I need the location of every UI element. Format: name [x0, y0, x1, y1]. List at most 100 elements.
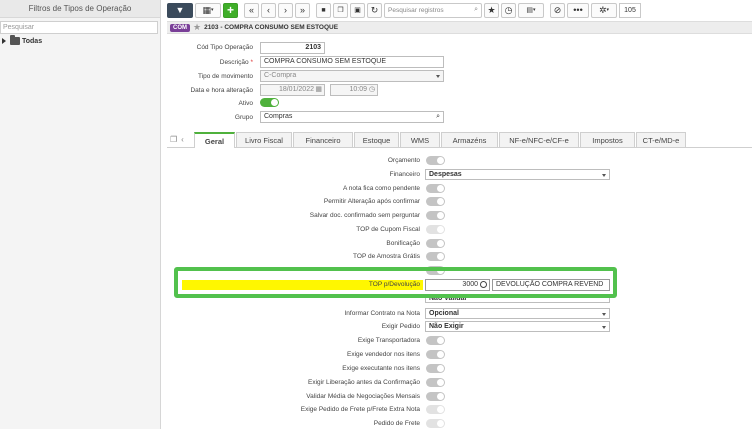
- search-icon[interactable]: ⌕: [436, 112, 440, 122]
- tab-cte[interactable]: CT-e/MD-e: [636, 132, 686, 147]
- prev-record-button[interactable]: ‹: [261, 2, 276, 18]
- record-title: 2103 - COMPRA CONSUMO SEM ESTOQUE: [204, 24, 339, 31]
- attach-button[interactable]: ⊘: [550, 2, 565, 18]
- tree-item-label: Todas: [22, 37, 43, 45]
- grid-view-button[interactable]: ▦ ▾: [195, 2, 221, 18]
- caret-right-icon[interactable]: [2, 38, 6, 44]
- calendar-icon[interactable]: ▦: [315, 85, 322, 95]
- record-search-input[interactable]: Pesquisar registros ⌕: [384, 2, 482, 18]
- date-label: Data e hora alteração: [190, 87, 253, 94]
- trash-icon: ■: [321, 6, 326, 14]
- save-icon: ▣: [354, 7, 361, 14]
- contrato-select[interactable]: Opcional: [425, 308, 610, 319]
- date-field[interactable]: 18/01/2022 ▦: [260, 84, 325, 96]
- vendedor-toggle[interactable]: [426, 350, 445, 359]
- chevron-left-icon[interactable]: ‹: [181, 135, 184, 144]
- row-label: Exigir Liberação antes da Confirmação: [307, 379, 420, 386]
- bonificacao-toggle[interactable]: [426, 239, 445, 248]
- tab-estoque[interactable]: Estoque: [354, 132, 399, 147]
- row-label: Orçamento: [387, 157, 420, 164]
- favorite-button[interactable]: ★: [484, 2, 499, 18]
- highlight-box: [174, 267, 617, 298]
- filter-button[interactable]: ▼: [167, 2, 193, 18]
- delete-button[interactable]: ■: [316, 2, 331, 18]
- cod-field[interactable]: 2103: [260, 42, 325, 54]
- pedido-frete-toggle[interactable]: [426, 419, 445, 428]
- ativo-label: Ativo: [238, 100, 253, 107]
- more-icon: •••: [573, 5, 583, 15]
- tab-wms[interactable]: WMS: [400, 132, 440, 147]
- time-field[interactable]: 10:09 ◷: [330, 84, 378, 96]
- tab-geral[interactable]: Geral: [194, 132, 235, 148]
- more-button[interactable]: •••: [567, 2, 589, 18]
- tab-financeiro[interactable]: Financeiro: [293, 132, 353, 147]
- financeiro-select[interactable]: Despesas: [425, 169, 610, 180]
- row-label: Bonificação: [386, 240, 420, 247]
- filter-search-input[interactable]: Pesquisar: [0, 21, 158, 34]
- row-label: Exige Transportadora: [357, 337, 420, 344]
- record-number[interactable]: 105: [619, 2, 641, 18]
- next-icon: ›: [284, 5, 287, 15]
- module-badge: COM: [170, 23, 190, 32]
- exigir-pedido-select[interactable]: Não Exigir: [425, 321, 610, 332]
- transportadora-toggle[interactable]: [426, 336, 445, 345]
- row-label: TOP de Cupom Fiscal: [356, 226, 420, 233]
- orcamento-toggle[interactable]: [426, 156, 445, 165]
- row-label: Exige executante nos itens: [342, 365, 420, 372]
- refresh-button[interactable]: ↻: [367, 2, 382, 18]
- amostra-gratis-toggle[interactable]: [426, 252, 445, 261]
- save-button[interactable]: ▣: [350, 2, 365, 18]
- tree-item-todas[interactable]: Todas: [2, 35, 43, 45]
- grid-icon: ▦: [202, 4, 211, 15]
- print-button[interactable]: ▤ ▾: [518, 2, 544, 18]
- last-record-button[interactable]: »: [295, 2, 310, 18]
- cupom-fiscal-toggle[interactable]: [426, 225, 445, 234]
- row-label: Exige vendedor nos itens: [347, 351, 420, 358]
- desc-field[interactable]: COMPRA CONSUMO SEM ESTOQUE: [260, 56, 444, 68]
- row-label: Exigir Pedido: [381, 323, 420, 330]
- executante-toggle[interactable]: [426, 364, 445, 373]
- history-button[interactable]: ◷: [501, 2, 516, 18]
- row-label: Validar Média de Negociações Mensais: [306, 393, 420, 400]
- copy-tabs-icon[interactable]: ❐: [170, 135, 177, 144]
- first-record-button[interactable]: «: [244, 2, 259, 18]
- cod-label: Cód Tipo Operação: [196, 44, 253, 51]
- chevron-down-icon: [602, 313, 606, 316]
- pedido-frete-extra-toggle[interactable]: [426, 405, 445, 414]
- next-record-button[interactable]: ›: [278, 2, 293, 18]
- record-search-placeholder: Pesquisar registros: [388, 6, 444, 14]
- print-icon: ▤: [526, 7, 534, 14]
- pendente-toggle[interactable]: [426, 184, 445, 193]
- ativo-toggle[interactable]: [260, 98, 279, 107]
- mov-select[interactable]: C-Compra: [260, 70, 444, 82]
- grupo-field[interactable]: Compras ⌕: [260, 111, 444, 123]
- salvar-confirmado-toggle[interactable]: [426, 211, 445, 220]
- chevron-down-icon: [602, 326, 606, 329]
- settings-button[interactable]: ✲ ▾: [591, 2, 617, 18]
- row-label: Pedido de Frete: [373, 420, 420, 427]
- clock-icon: ◷: [504, 4, 513, 15]
- attach-icon: ⊘: [553, 4, 562, 15]
- media-negociacoes-toggle[interactable]: [426, 392, 445, 401]
- last-icon: »: [299, 5, 305, 15]
- tab-nfe[interactable]: NF-e/NFC-e/CF-e: [499, 132, 579, 147]
- row-label: Exige Pedido de Frete p/Frete Extra Nota: [300, 406, 420, 413]
- first-icon: «: [248, 5, 254, 15]
- clock-icon[interactable]: ◷: [369, 85, 375, 95]
- star-icon: ★: [487, 4, 496, 15]
- star-icon[interactable]: ★: [193, 22, 201, 33]
- copy-button[interactable]: ❐: [333, 2, 348, 18]
- add-button[interactable]: +: [223, 2, 238, 18]
- tab-impostos[interactable]: Impostos: [580, 132, 635, 147]
- row-label: Financeiro: [389, 171, 420, 178]
- tab-bar: ❐ ‹ Geral Livro Fiscal Financeiro Estoqu…: [167, 132, 752, 148]
- permitir-alteracao-toggle[interactable]: [426, 197, 445, 206]
- liberacao-toggle[interactable]: [426, 378, 445, 387]
- filter-panel: Filtros de Tipos de Operação Pesquisar T…: [0, 0, 161, 429]
- chevron-down-icon: [602, 174, 606, 177]
- tab-armazens[interactable]: Armazéns: [441, 132, 498, 147]
- row-label: Permitir Alteração após confirmar: [323, 198, 420, 205]
- tab-livro-fiscal[interactable]: Livro Fiscal: [236, 132, 292, 147]
- gear-icon: ✲: [598, 4, 607, 15]
- grupo-label: Grupo: [234, 114, 253, 121]
